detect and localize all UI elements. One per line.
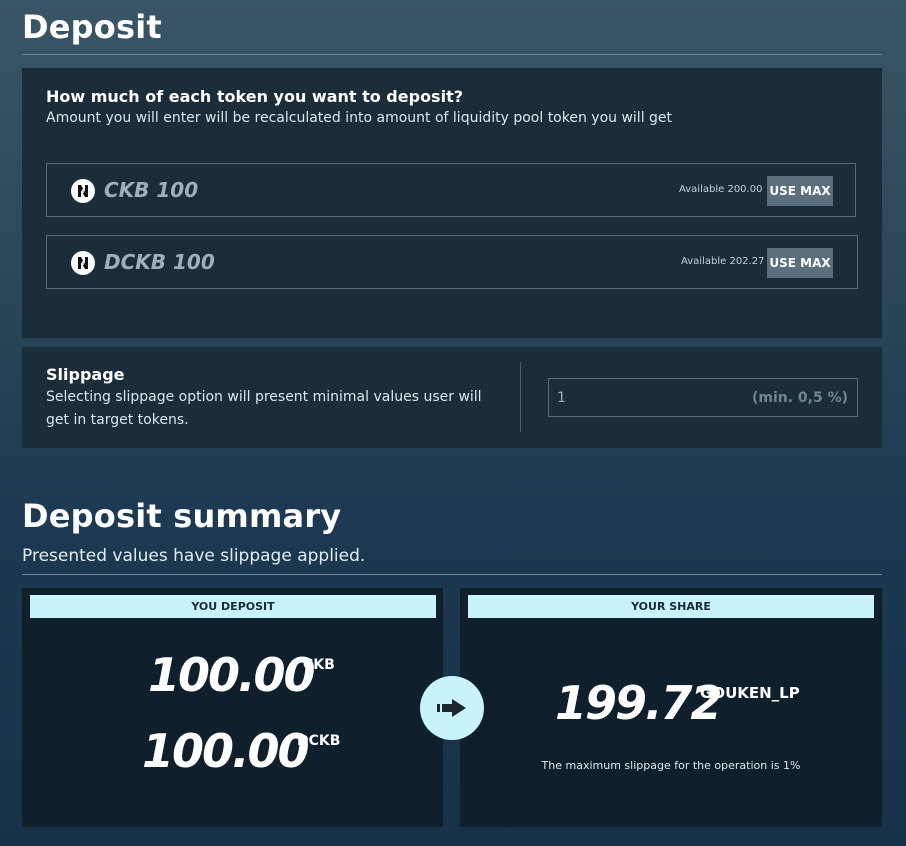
slippage-input[interactable]: 1 (min. 0,5 %)	[548, 378, 858, 417]
deposit-unit-ckb: CKB	[303, 657, 335, 673]
share-unit: GOUKEN_LP	[700, 684, 800, 702]
your-share-label: YOUR SHARE	[468, 595, 874, 618]
slippage-description-line2: get in target tokens.	[46, 412, 189, 428]
token-amount-input[interactable]: DCKB 100	[104, 250, 215, 274]
summary-divider	[22, 574, 882, 575]
slippage-note: The maximum slippage for the operation i…	[541, 759, 801, 772]
you-deposit-label: YOU DEPOSIT	[30, 595, 436, 618]
slippage-min-hint: (min. 0,5 %)	[751, 390, 848, 406]
slippage-title: Slippage	[46, 365, 125, 384]
summary-title: Deposit summary	[22, 497, 342, 535]
use-max-button[interactable]: USE MAX	[767, 248, 833, 278]
arrow-right-icon	[420, 676, 484, 740]
title-divider	[22, 54, 882, 55]
token-amount-input[interactable]: CKB 100	[104, 178, 198, 202]
summary-subtitle: Presented values have slippage applied.	[22, 546, 366, 566]
page-title: Deposit	[22, 8, 162, 46]
deposit-question: How much of each token you want to depos…	[46, 87, 463, 106]
token-input-ckb[interactable]: CKB 100 Available 200.00 USE MAX	[46, 163, 856, 217]
deposit-unit-dckb: DCKB	[297, 733, 341, 749]
slippage-value: 1	[557, 390, 566, 406]
deposit-description: Amount you will enter will be recalculat…	[46, 110, 673, 126]
token-input-dckb[interactable]: DCKB 100 Available 202.27 USE MAX	[46, 235, 858, 289]
available-balance: Available 202.27	[681, 256, 765, 267]
deposit-amount-dckb: 100.00	[142, 724, 310, 778]
share-amount: 199.72	[555, 676, 723, 730]
available-balance: Available 200.00	[679, 184, 763, 195]
slippage-divider	[520, 362, 521, 432]
slippage-description-line1: Selecting slippage option will present m…	[46, 389, 482, 405]
you-deposit-card	[22, 588, 443, 827]
token-logo-icon	[71, 179, 95, 203]
deposit-amount-ckb: 100.00	[148, 648, 316, 702]
token-logo-icon	[71, 251, 95, 275]
use-max-button[interactable]: USE MAX	[767, 176, 833, 206]
